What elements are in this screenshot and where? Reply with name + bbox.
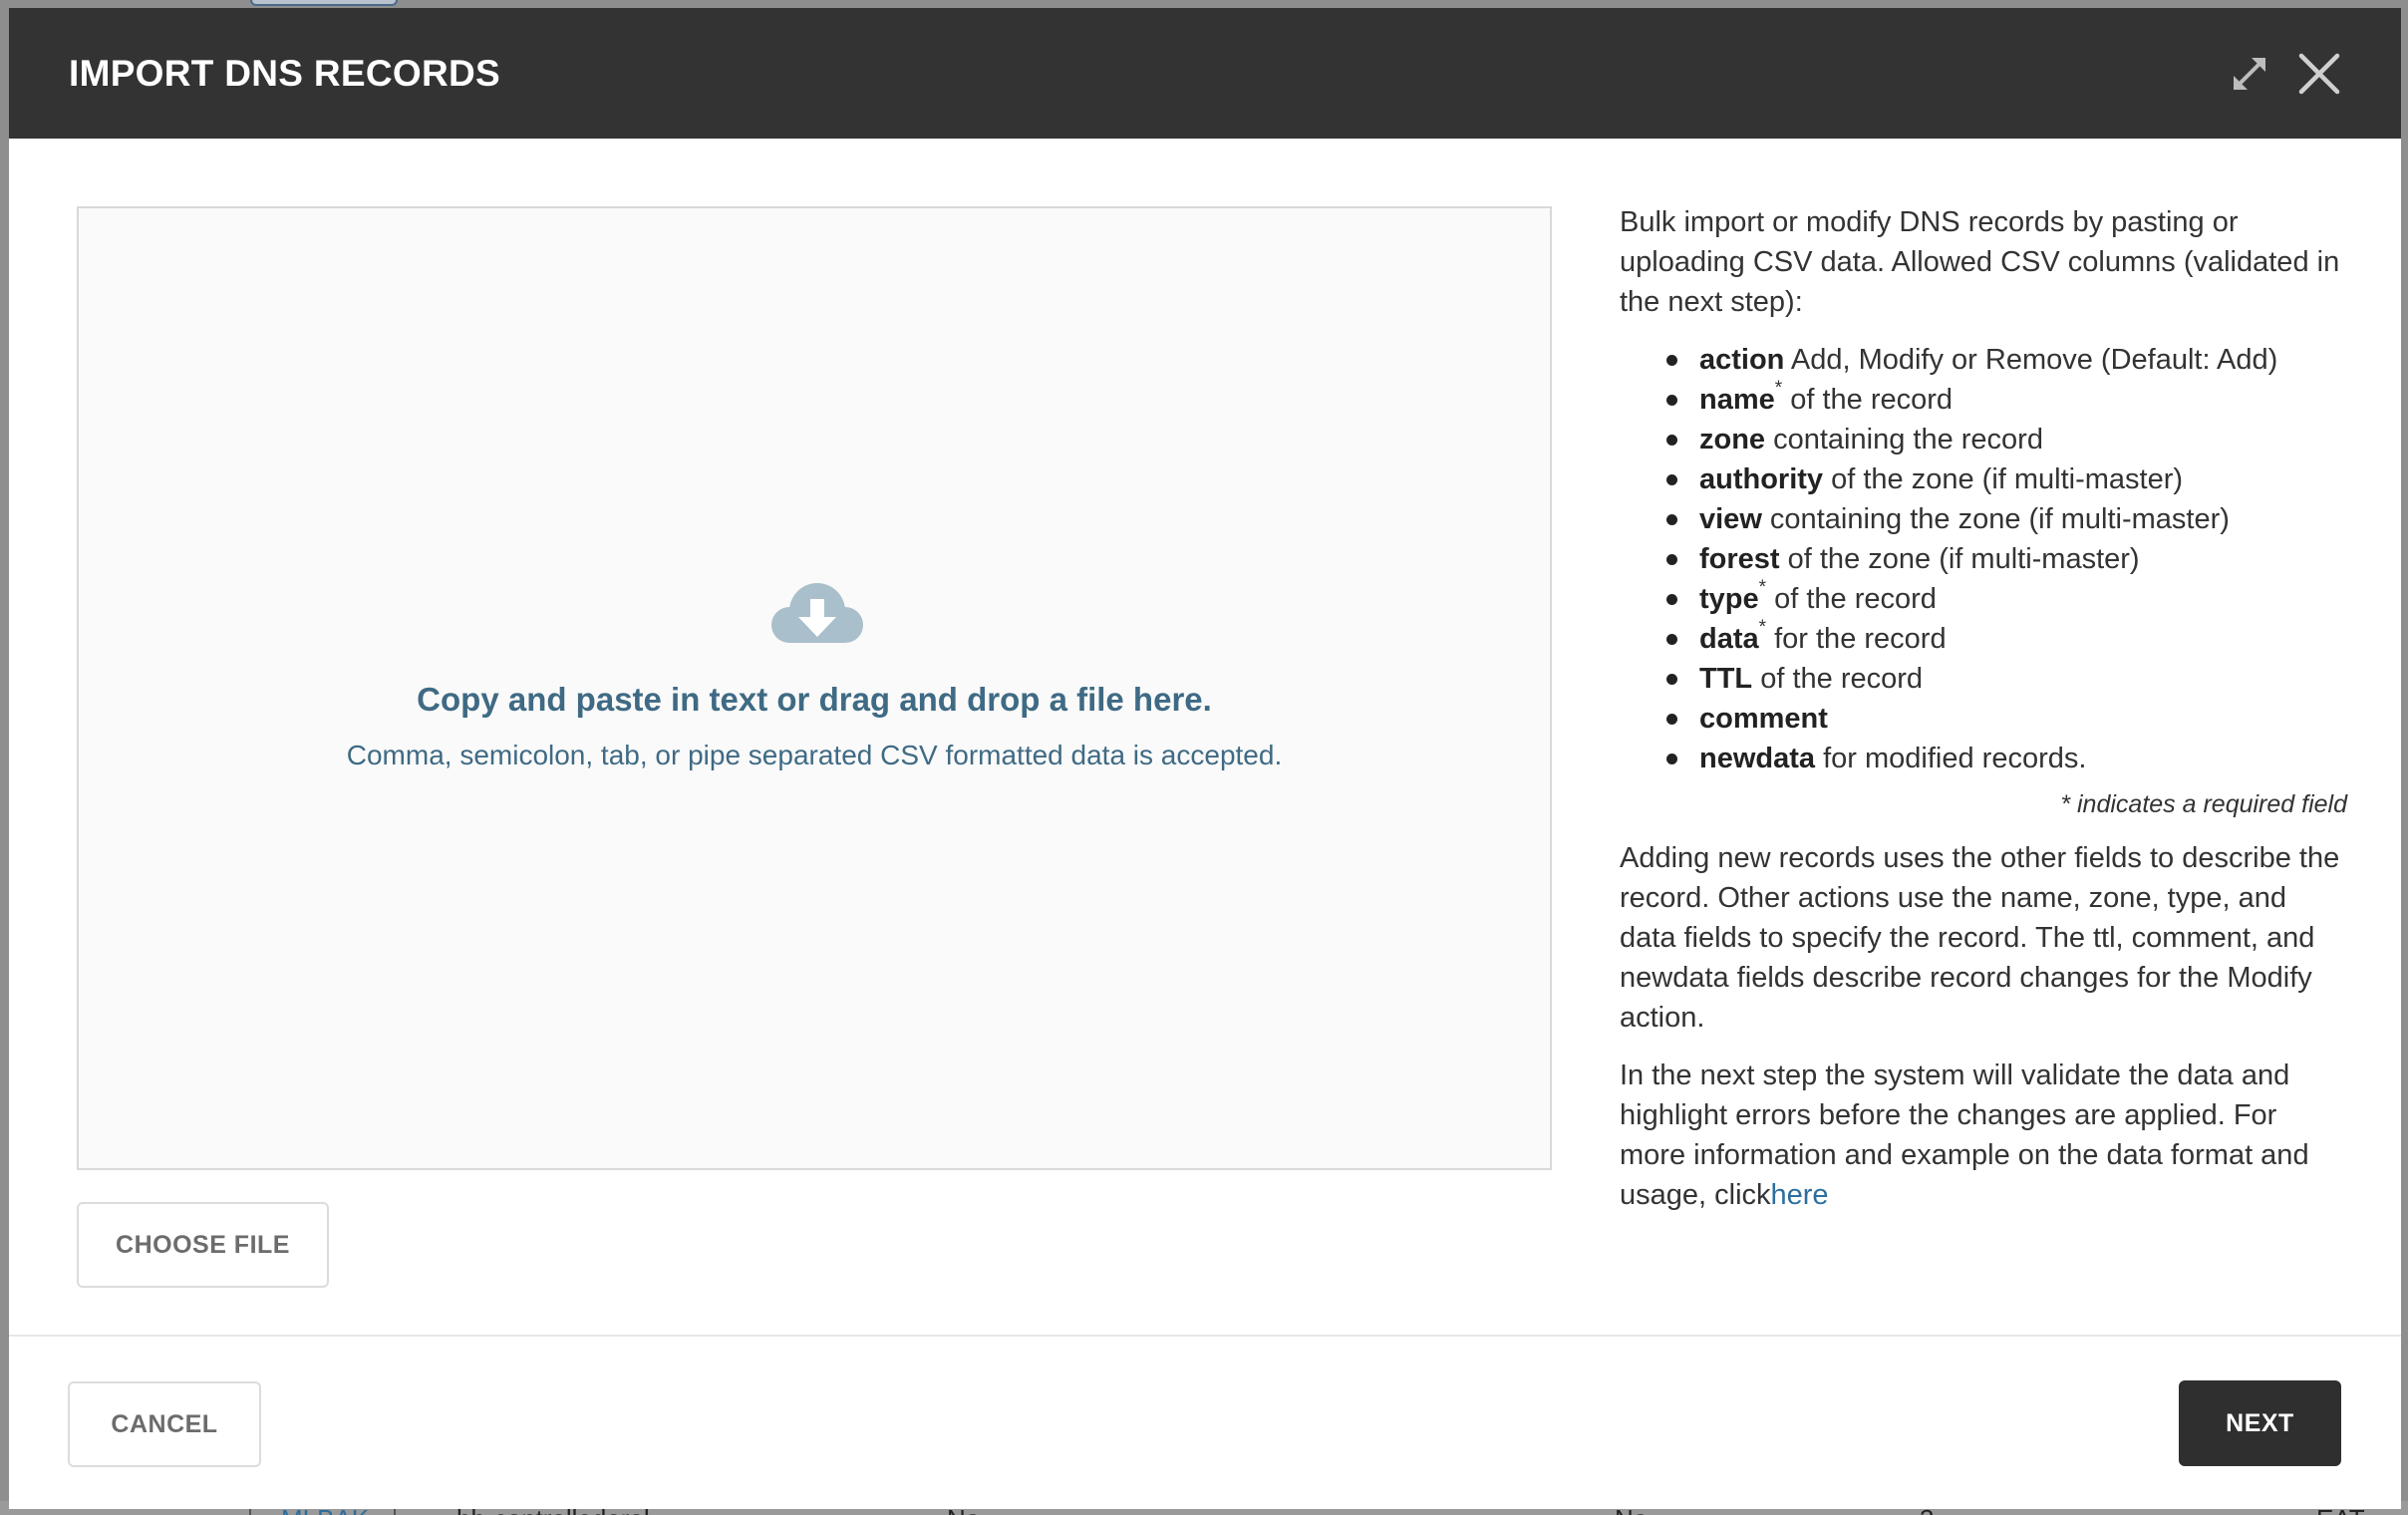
csv-column-item: newdata for modified records. — [1666, 739, 2347, 778]
csv-column-item: action Add, Modify or Remove (Default: A… — [1666, 340, 2347, 380]
required-field-note: * indicates a required field — [2060, 790, 2347, 818]
drop-zone-format-hint: Comma, semicolon, tab, or pipe separated… — [346, 740, 1283, 770]
csv-column-description: of the zone (if multi-master) — [1823, 463, 2184, 495]
csv-column-item: view containing the zone (if multi-maste… — [1666, 499, 2347, 539]
dialog-header: IMPORT DNS RECORDS — [9, 8, 2401, 139]
cloud-download-icon — [767, 579, 867, 651]
import-dns-records-dialog: IMPORT DNS RECORDS Copy and paste in tex… — [9, 8, 2401, 1509]
csv-column-item: comment — [1666, 699, 2347, 739]
csv-column-item: data* for the record — [1666, 617, 2347, 659]
csv-column-item: zone containing the record — [1666, 420, 2347, 459]
csv-column-item: TTL of the record — [1666, 659, 2347, 699]
drop-zone-instruction: Copy and paste in text or drag and drop … — [417, 681, 1212, 718]
background-tab — [250, 0, 398, 6]
close-icon[interactable] — [2295, 50, 2343, 98]
csv-column-name: comment — [1699, 703, 1828, 735]
csv-column-description: for modified records. — [1815, 743, 2087, 774]
csv-column-name: TTL — [1699, 663, 1753, 695]
csv-column-description: of the zone (if multi-master) — [1779, 543, 2140, 575]
csv-column-name: zone — [1699, 424, 1766, 455]
csv-column-name: forest — [1699, 543, 1780, 575]
expand-icon[interactable] — [2226, 50, 2273, 98]
csv-column-description: Add, Modify or Remove (Default: Add) — [1784, 344, 2278, 376]
required-marker: * — [1774, 378, 1783, 400]
required-marker: * — [1758, 617, 1767, 639]
cancel-button[interactable]: CANCEL — [68, 1381, 261, 1467]
help-panel: Bulk import or modify DNS records by pas… — [1620, 202, 2347, 1215]
csv-column-name: newdata — [1699, 743, 1816, 774]
csv-column-description: of the record — [1752, 663, 1924, 695]
csv-column-description: containing the record — [1765, 424, 2043, 455]
help-next-step-text: In the next step the system will validat… — [1620, 1060, 2309, 1211]
csv-column-name: type — [1699, 583, 1759, 615]
csv-column-name: name — [1699, 384, 1775, 416]
help-link[interactable]: here — [1771, 1179, 1829, 1211]
required-marker: * — [1758, 577, 1767, 599]
help-intro: Bulk import or modify DNS records by pas… — [1620, 206, 2340, 318]
csv-column-name: view — [1699, 503, 1762, 535]
choose-file-button[interactable]: CHOOSE FILE — [77, 1202, 329, 1288]
next-button[interactable]: NEXT — [2179, 1380, 2341, 1466]
csv-column-name: authority — [1699, 463, 1824, 495]
csv-column-name: action — [1699, 344, 1785, 376]
csv-column-description: for the record — [1766, 623, 1947, 655]
help-next-step: In the next step the system will validat… — [1620, 1056, 2347, 1215]
footer-divider — [9, 1335, 2401, 1337]
csv-column-description: containing the zone (if multi-master) — [1761, 503, 2230, 535]
csv-drop-zone[interactable]: Copy and paste in text or drag and drop … — [77, 206, 1552, 1170]
csv-column-item: type* of the record — [1666, 577, 2347, 619]
csv-column-item: authority of the zone (if multi-master) — [1666, 459, 2347, 499]
csv-column-description: of the record — [1782, 384, 1954, 416]
csv-column-name: data — [1699, 623, 1759, 655]
csv-column-item: forest of the zone (if multi-master) — [1666, 539, 2347, 579]
help-adding-records: Adding new records uses the other fields… — [1620, 842, 2340, 1034]
dialog-title: IMPORT DNS RECORDS — [69, 53, 500, 94]
csv-column-description: of the record — [1766, 583, 1937, 615]
csv-columns-list: action Add, Modify or Remove (Default: A… — [1620, 340, 2347, 778]
csv-column-item: name* of the record — [1666, 378, 2347, 420]
